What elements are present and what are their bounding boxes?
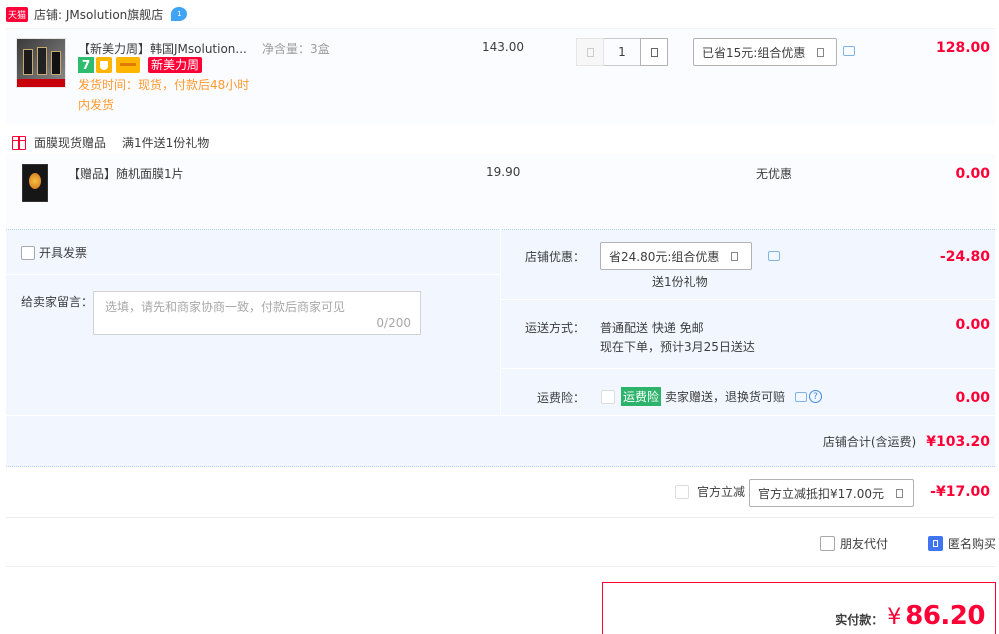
delivery-eta: 现在下单，预计3月25日送达 bbox=[600, 340, 755, 354]
friend-pay-label: 朋友代付 bbox=[840, 537, 889, 551]
wangwang-chat-icon[interactable]: 1 bbox=[171, 7, 188, 21]
item-title-link[interactable]: 【新美力周】韩国JMsolution... bbox=[78, 40, 248, 57]
insurance-desc: 卖家赠送，退换货可赔 bbox=[665, 390, 786, 404]
help-question-icon[interactable]: ? bbox=[809, 390, 823, 403]
store-discount-info-icon[interactable] bbox=[768, 251, 780, 261]
guarantee-icon bbox=[96, 57, 112, 73]
store-discount-select-label: 省24.80元:组合优惠 bbox=[609, 249, 720, 264]
official-discount-label: 官方立减 bbox=[697, 485, 746, 499]
payment-amount: 86.20 bbox=[905, 601, 985, 631]
official-discount-option: 官方立减 bbox=[675, 483, 745, 500]
quantity-increase-button[interactable] bbox=[640, 38, 668, 66]
official-discount-select[interactable]: 官方立减抵扣¥17.00元 bbox=[749, 479, 914, 507]
store-total: 店铺合计(含运费) ¥103.20 bbox=[823, 433, 990, 450]
gift-promo-rule: 满1件送1份礼物 bbox=[122, 136, 210, 150]
item-thumbnail[interactable] bbox=[16, 38, 66, 88]
insurance-chat-icon[interactable] bbox=[795, 391, 808, 402]
invoice-checkbox[interactable] bbox=[21, 245, 35, 260]
item-unit-price: 143.00 bbox=[482, 40, 524, 54]
shop-header: 天猫 店铺: JMsolution旗舰店 1 bbox=[6, 4, 188, 24]
card-payment-icon bbox=[116, 57, 140, 73]
gift-subtotal: 0.00 bbox=[955, 166, 990, 182]
quantity-decrease-button[interactable] bbox=[576, 38, 604, 66]
item-spec: 净含量：3盒 bbox=[262, 42, 330, 56]
gift-discount: 无优惠 bbox=[756, 167, 793, 181]
delivery-amount: 0.00 bbox=[955, 317, 990, 333]
anonymous-label: 匿名购买 bbox=[948, 537, 997, 551]
insurance-label: 运费险： bbox=[537, 391, 586, 405]
message-textarea[interactable]: 选填，请先和商家协商一致，付款后商家可见 0/200 bbox=[93, 291, 421, 335]
tmall-badge: 天猫 bbox=[6, 6, 29, 22]
invoice-option[interactable]: 开具发票 bbox=[21, 244, 87, 261]
store-discount-amount: -24.80 bbox=[939, 249, 990, 265]
anonymous-checkbox[interactable] bbox=[928, 536, 943, 551]
official-discount-select-label: 官方立减抵扣¥17.00元 bbox=[758, 486, 884, 501]
delivery-method: 普通配送 快递 免邮 bbox=[600, 321, 704, 335]
seven-day-return-icon: 7 bbox=[78, 57, 94, 73]
insurance-checkbox[interactable] bbox=[601, 389, 615, 404]
official-discount-checkbox[interactable] bbox=[675, 484, 689, 499]
dropdown-arrow-icon bbox=[731, 251, 739, 261]
store-discount-label: 店铺优惠： bbox=[525, 250, 586, 264]
insurance-badge: 运费险 bbox=[621, 387, 662, 406]
shipping-time: 发货时间：现货，付款后48小时内发货 bbox=[78, 78, 250, 112]
dropdown-arrow-icon bbox=[817, 47, 825, 57]
payment-summary-box: 实付款： ¥ 86.20 bbox=[602, 582, 996, 634]
item-promo-select-label: 已省15元:组合优惠 bbox=[702, 45, 806, 60]
payment-label: 实付款： bbox=[835, 613, 884, 627]
store-total-label: 店铺合计(含运费) bbox=[822, 435, 917, 449]
gift-box-icon bbox=[12, 135, 26, 150]
gift-header: 面膜现货赠品 满1件送1份礼物 bbox=[12, 134, 209, 151]
item-subtotal: 128.00 bbox=[935, 40, 990, 56]
quantity-stepper: 1 bbox=[576, 38, 668, 66]
anonymous-option[interactable]: 匿名购买 bbox=[928, 535, 996, 552]
gift-promo-name: 面膜现货赠品 bbox=[34, 136, 107, 150]
store-discount-gift-note: 送1份礼物 bbox=[652, 275, 708, 289]
gift-title: 【赠品】随机面膜1片 bbox=[68, 167, 184, 181]
store-discount-select[interactable]: 省24.80元:组合优惠 bbox=[600, 242, 752, 270]
insurance-option: 运费险 卖家赠送，退换货可赔 ? bbox=[601, 387, 823, 406]
friend-pay-option[interactable]: 朋友代付 bbox=[820, 535, 888, 552]
item-promo-select[interactable]: 已省15元:组合优惠 bbox=[693, 38, 837, 66]
service-icons: 7 新美力周 bbox=[78, 57, 203, 73]
invoice-label: 开具发票 bbox=[39, 246, 88, 260]
promo-tag: 新美力周 bbox=[148, 57, 203, 73]
wangwang-count: 1 bbox=[177, 10, 182, 18]
payment-currency: ¥ bbox=[887, 605, 902, 630]
gift-unit-price: 19.90 bbox=[486, 165, 521, 179]
friend-pay-checkbox[interactable] bbox=[820, 536, 835, 551]
insurance-amount: 0.00 bbox=[955, 390, 990, 406]
delivery-label: 运送方式： bbox=[525, 321, 586, 335]
promo-info-icon[interactable] bbox=[843, 46, 855, 56]
message-label: 给卖家留言： bbox=[21, 295, 94, 309]
message-placeholder: 选填，请先和商家协商一致，付款后商家可见 bbox=[105, 300, 346, 314]
store-total-amount: ¥103.20 bbox=[926, 434, 990, 450]
quantity-input[interactable]: 1 bbox=[604, 38, 640, 66]
gift-thumbnail[interactable] bbox=[22, 164, 48, 202]
message-counter: 0/200 bbox=[376, 316, 411, 330]
shop-name-link[interactable]: 店铺: JMsolution旗舰店 bbox=[34, 6, 163, 23]
official-discount-amount: -¥17.00 bbox=[930, 484, 990, 500]
